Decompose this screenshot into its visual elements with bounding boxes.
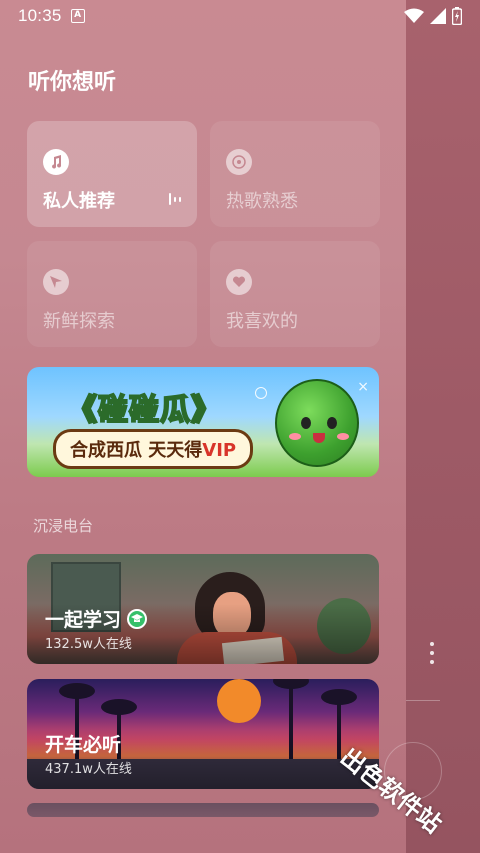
section-title: 沉浸电台	[33, 517, 94, 535]
banner-slogan-text: 合成西瓜 天天得	[70, 440, 203, 461]
banner-close-icon[interactable]: ×	[357, 379, 369, 395]
paper-plane-icon	[43, 269, 69, 295]
promo-banner[interactable]: 《碰碰瓜》 合成西瓜 天天得VIP ×	[27, 367, 379, 477]
watermelon-mascot	[275, 379, 359, 467]
radio-card-partial[interactable]	[27, 803, 379, 817]
equalizer-icon	[169, 193, 181, 205]
card-private-recommend[interactable]: 私人推荐	[27, 121, 197, 227]
disc-icon	[226, 149, 252, 175]
status-bar: 10:35 A	[0, 0, 480, 32]
radio-title: 一起学习	[45, 605, 148, 632]
status-icons	[404, 7, 462, 25]
mascot-cheek	[337, 433, 349, 440]
heart-icon	[226, 269, 252, 295]
mascot-mouth	[313, 433, 325, 443]
music-note-icon	[43, 149, 69, 175]
banner-slogan: 合成西瓜 天天得VIP	[53, 429, 254, 469]
radio-card-driving[interactable]: 开车必听 437.1w人在线	[27, 679, 379, 789]
card-fresh-explore[interactable]: 新鲜探索	[27, 241, 197, 347]
card-label: 热歌熟悉	[226, 191, 298, 212]
banner-title: 《碰碰瓜》	[66, 392, 222, 429]
radio-title: 开车必听	[45, 730, 121, 757]
banner-vip-text: VIP	[202, 440, 237, 461]
radio-listeners: 437.1w人在线	[45, 762, 132, 777]
wifi-icon	[404, 8, 424, 23]
card-label: 新鲜探索	[43, 311, 115, 332]
side-panel	[406, 0, 480, 853]
notification-icon: A	[70, 9, 85, 23]
radio-card-study[interactable]: 一起学习 132.5w人在线	[27, 554, 379, 664]
radio-title-text: 开车必听	[45, 734, 122, 756]
mascot-eye	[301, 417, 311, 429]
radio-title-text: 一起学习	[45, 609, 122, 631]
bubble-decoration	[255, 387, 267, 399]
radio-listeners: 132.5w人在线	[45, 637, 132, 652]
page-title: 听你想听	[28, 70, 117, 95]
sun-illustration	[217, 679, 261, 723]
graduation-cap-icon	[127, 608, 148, 629]
divider	[406, 700, 440, 701]
card-label: 我喜欢的	[226, 311, 298, 332]
card-label: 私人推荐	[43, 191, 115, 212]
mascot-cheek	[289, 433, 301, 440]
battery-icon	[452, 7, 462, 25]
mascot-eye	[327, 417, 337, 429]
more-options-icon[interactable]	[430, 642, 434, 664]
status-time: 10:35	[18, 6, 62, 25]
signal-icon	[430, 8, 446, 24]
card-hot-songs[interactable]: 热歌熟悉	[210, 121, 380, 227]
card-favorites[interactable]: 我喜欢的	[210, 241, 380, 347]
